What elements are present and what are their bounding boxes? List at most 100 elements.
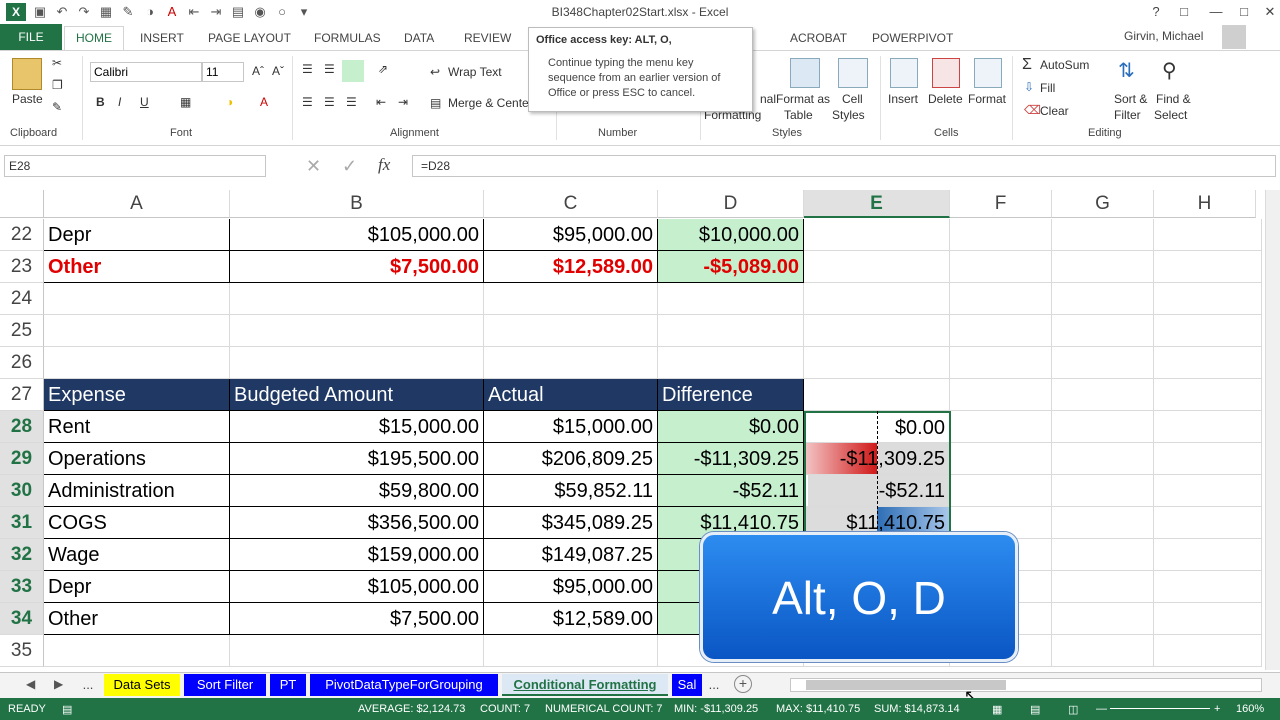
format-as-table-button-2[interactable]: Table <box>784 108 813 122</box>
cell-f22[interactable] <box>950 219 1052 251</box>
cell-h31[interactable] <box>1154 507 1262 539</box>
minimize-icon[interactable]: — <box>1206 3 1226 21</box>
bold-button[interactable]: B <box>96 95 105 109</box>
cell-d26[interactable] <box>658 347 804 379</box>
cell-c24[interactable] <box>484 283 658 315</box>
decrease-indent-icon[interactable]: ⇤ <box>376 95 386 109</box>
cell-a34[interactable]: Other <box>44 603 230 635</box>
row-header-35[interactable]: 35 <box>0 635 44 667</box>
increase-indent-icon[interactable]: ⇥ <box>398 95 408 109</box>
cell-c33[interactable]: $95,000.00 <box>484 571 658 603</box>
find-select-icon[interactable]: ⚲ <box>1162 58 1177 83</box>
sheet-tab-conditional-formatting[interactable]: Conditional Formatting <box>502 674 668 696</box>
cell-d29[interactable]: -$11,309.25 <box>658 443 804 475</box>
cell-c25[interactable] <box>484 315 658 347</box>
cell-g28[interactable] <box>1052 411 1154 443</box>
orientation-icon[interactable]: ⇗ <box>378 62 388 76</box>
cell-f30[interactable] <box>950 475 1052 507</box>
cell-a24[interactable] <box>44 283 230 315</box>
tab-page-layout[interactable]: PAGE LAYOUT <box>208 31 291 45</box>
borders-icon[interactable]: ▦ <box>180 95 191 109</box>
conditional-formatting-label[interactable]: nal <box>760 92 776 106</box>
ribbon-display-icon[interactable]: □ <box>1174 3 1194 21</box>
tab-review[interactable]: REVIEW <box>464 31 511 45</box>
cell-h30[interactable] <box>1154 475 1262 507</box>
cell-d22[interactable]: $10,000.00 <box>658 219 804 251</box>
font-size-select[interactable]: 11 <box>202 62 244 82</box>
name-box[interactable]: E28 <box>4 155 266 177</box>
cell-e23[interactable] <box>804 251 950 283</box>
copy-icon[interactable]: ❐ <box>52 78 63 92</box>
middle-align-icon[interactable]: ☰ <box>324 62 335 76</box>
cell-d28[interactable]: $0.00 <box>658 411 804 443</box>
cell-h32[interactable] <box>1154 539 1262 571</box>
delete-button[interactable]: Delete <box>928 92 963 106</box>
top-align-icon[interactable]: ☰ <box>302 62 313 76</box>
cell-a29[interactable]: Operations <box>44 443 230 475</box>
cell-e26[interactable] <box>804 347 950 379</box>
column-header-a[interactable]: A <box>44 190 230 218</box>
cell-b26[interactable] <box>230 347 484 379</box>
cell-g24[interactable] <box>1052 283 1154 315</box>
page-layout-view-icon[interactable]: ▤ <box>1030 703 1040 716</box>
row-header-30[interactable]: 30 <box>0 475 44 507</box>
zoom-out-icon[interactable]: — <box>1096 703 1107 715</box>
cell-f26[interactable] <box>950 347 1052 379</box>
font-color-icon[interactable]: A <box>260 95 268 109</box>
cell-a28[interactable]: Rent <box>44 411 230 443</box>
cell-b29[interactable]: $195,500.00 <box>230 443 484 475</box>
cell-c30[interactable]: $59,852.11 <box>484 475 658 507</box>
tab-insert[interactable]: INSERT <box>140 31 184 45</box>
sort-filter-button-2[interactable]: Filter <box>1114 108 1141 122</box>
cell-h23[interactable] <box>1154 251 1262 283</box>
cell-g35[interactable] <box>1052 635 1154 667</box>
insert-button[interactable]: Insert <box>888 92 918 106</box>
cell-h27[interactable] <box>1154 379 1262 411</box>
row-header-31[interactable]: 31 <box>0 507 44 539</box>
cell-e25[interactable] <box>804 315 950 347</box>
cell-h29[interactable] <box>1154 443 1262 475</box>
cell-a22[interactable]: Depr <box>44 219 230 251</box>
cell-f28[interactable] <box>950 411 1052 443</box>
cell-c28[interactable]: $15,000.00 <box>484 411 658 443</box>
vertical-scrollbar[interactable] <box>1265 190 1280 670</box>
format-as-table-icon[interactable] <box>790 58 820 88</box>
cell-f24[interactable] <box>950 283 1052 315</box>
wrap-text-button[interactable]: Wrap Text <box>448 65 502 79</box>
cell-a31[interactable]: COGS <box>44 507 230 539</box>
formula-input[interactable]: =D28 <box>412 155 1276 177</box>
enter-icon[interactable]: ✓ <box>342 156 357 177</box>
cell-b30[interactable]: $59,800.00 <box>230 475 484 507</box>
insert-cells-icon[interactable] <box>890 58 918 88</box>
insert-function-icon[interactable]: fx <box>378 155 390 175</box>
cancel-icon[interactable]: ✕ <box>306 156 321 177</box>
format-button[interactable]: Format <box>968 92 1006 106</box>
underline-button[interactable]: U <box>140 95 149 109</box>
cell-d23[interactable]: -$5,089.00 <box>658 251 804 283</box>
cell-g31[interactable] <box>1052 507 1154 539</box>
cell-g23[interactable] <box>1052 251 1154 283</box>
tab-powerpivot[interactable]: POWERPIVOT <box>872 31 953 45</box>
cell-styles-button[interactable]: Cell <box>842 92 863 106</box>
zoom-in-icon[interactable]: + <box>1214 703 1220 715</box>
cell-b22[interactable]: $105,000.00 <box>230 219 484 251</box>
cell-f29[interactable] <box>950 443 1052 475</box>
cell-c29[interactable]: $206,809.25 <box>484 443 658 475</box>
select-all-corner[interactable] <box>0 190 44 218</box>
cell-b25[interactable] <box>230 315 484 347</box>
autosum-button[interactable]: AutoSum <box>1040 58 1089 72</box>
column-header-g[interactable]: G <box>1052 190 1154 218</box>
cell-c31[interactable]: $345,089.25 <box>484 507 658 539</box>
cell-b27[interactable]: Budgeted Amount <box>230 379 484 411</box>
cell-c26[interactable] <box>484 347 658 379</box>
cell-e24[interactable] <box>804 283 950 315</box>
cell-a26[interactable] <box>44 347 230 379</box>
row-header-29[interactable]: 29 <box>0 443 44 475</box>
sort-filter-icon[interactable]: ⇅ <box>1118 58 1135 83</box>
sheet-tab-pivot-data-type[interactable]: PivotDataTypeForGrouping <box>310 674 498 696</box>
cell-g27[interactable] <box>1052 379 1154 411</box>
sheet-tab-data-sets[interactable]: Data Sets <box>104 674 180 696</box>
cell-b34[interactable]: $7,500.00 <box>230 603 484 635</box>
new-sheet-icon[interactable]: + <box>734 675 752 693</box>
row-header-28[interactable]: 28 <box>0 411 44 443</box>
